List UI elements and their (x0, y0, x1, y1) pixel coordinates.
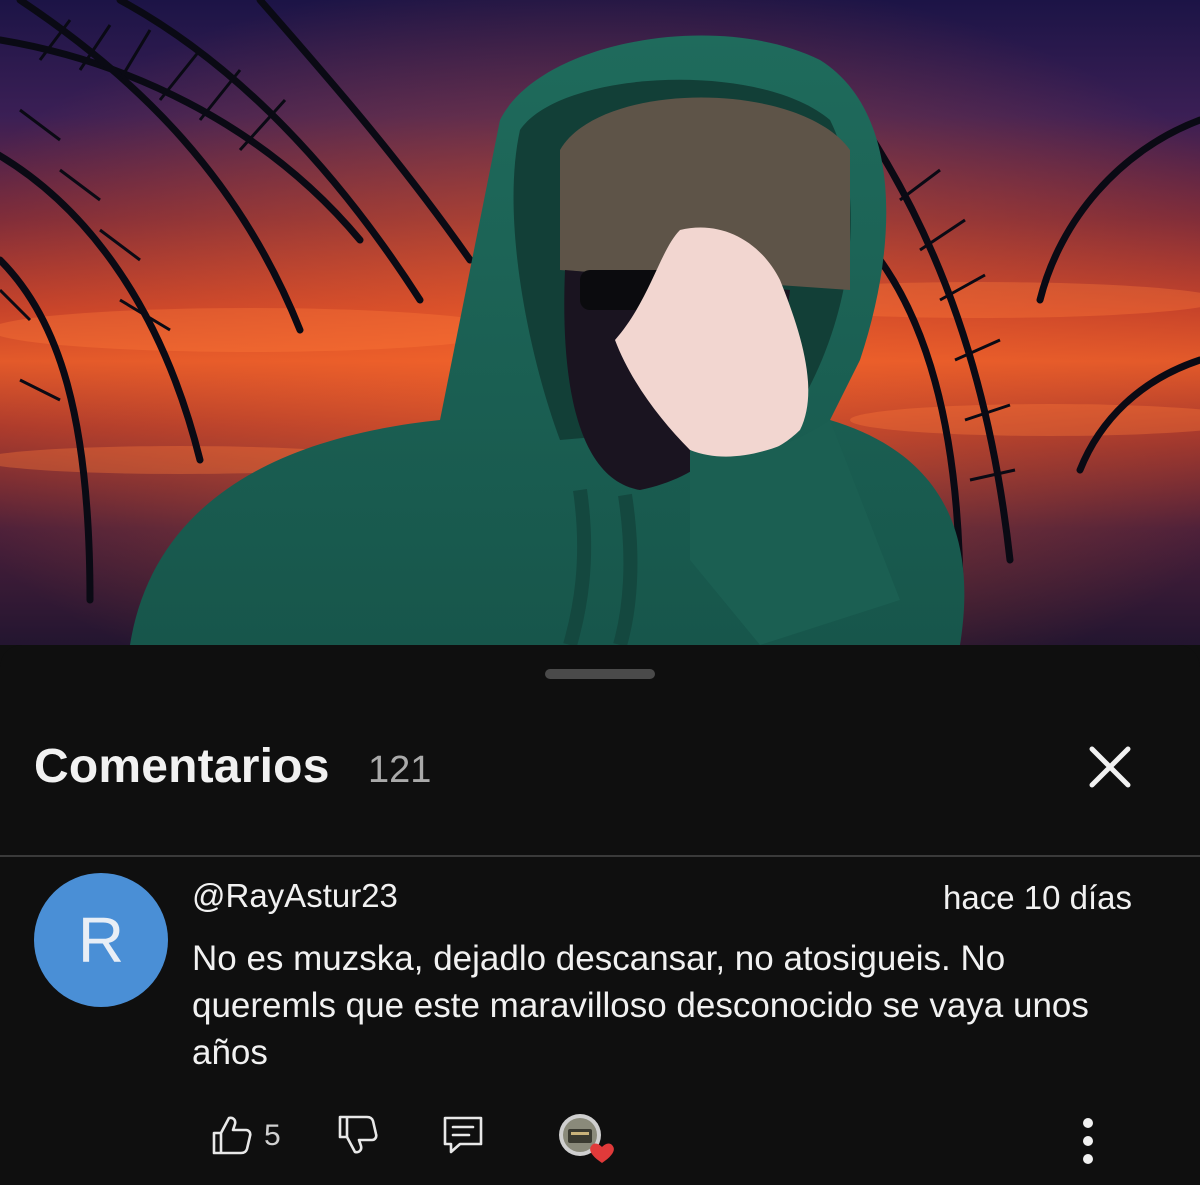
video-player[interactable] (0, 0, 1200, 645)
avatar-letter: R (77, 904, 125, 976)
comment-timestamp: hace 10 días (943, 879, 1132, 916)
drag-handle[interactable] (545, 669, 655, 679)
avatar[interactable]: R (34, 873, 168, 1007)
close-icon (1089, 746, 1131, 788)
header-divider (0, 855, 1200, 857)
like-count: 5 (264, 1119, 281, 1152)
reply-icon (443, 1116, 483, 1154)
thumbs-down-icon (338, 1115, 378, 1154)
comments-sheet: Comentarios 121 R @RayAstur23 hace 10 dí… (0, 645, 1200, 1185)
more-options-button[interactable] (1074, 1115, 1102, 1167)
dislike-button[interactable] (336, 1113, 380, 1157)
like-button[interactable] (210, 1113, 254, 1157)
comment-text: No es muzska, dejadlo descansar, no atos… (192, 939, 1089, 1072)
comment-author[interactable]: @RayAstur23 (192, 877, 398, 915)
comments-count: 121 (368, 749, 432, 791)
reply-button[interactable] (440, 1113, 486, 1157)
creator-heart[interactable] (556, 1113, 616, 1165)
close-button[interactable] (1080, 737, 1140, 797)
comment-actions: 5 (0, 1113, 1200, 1183)
thumbs-up-icon (212, 1116, 252, 1155)
comments-title: Comentarios (34, 740, 330, 793)
creator-heart-icon (559, 1114, 614, 1163)
video-frame-image (0, 0, 1200, 645)
more-vertical-icon (1083, 1118, 1093, 1164)
